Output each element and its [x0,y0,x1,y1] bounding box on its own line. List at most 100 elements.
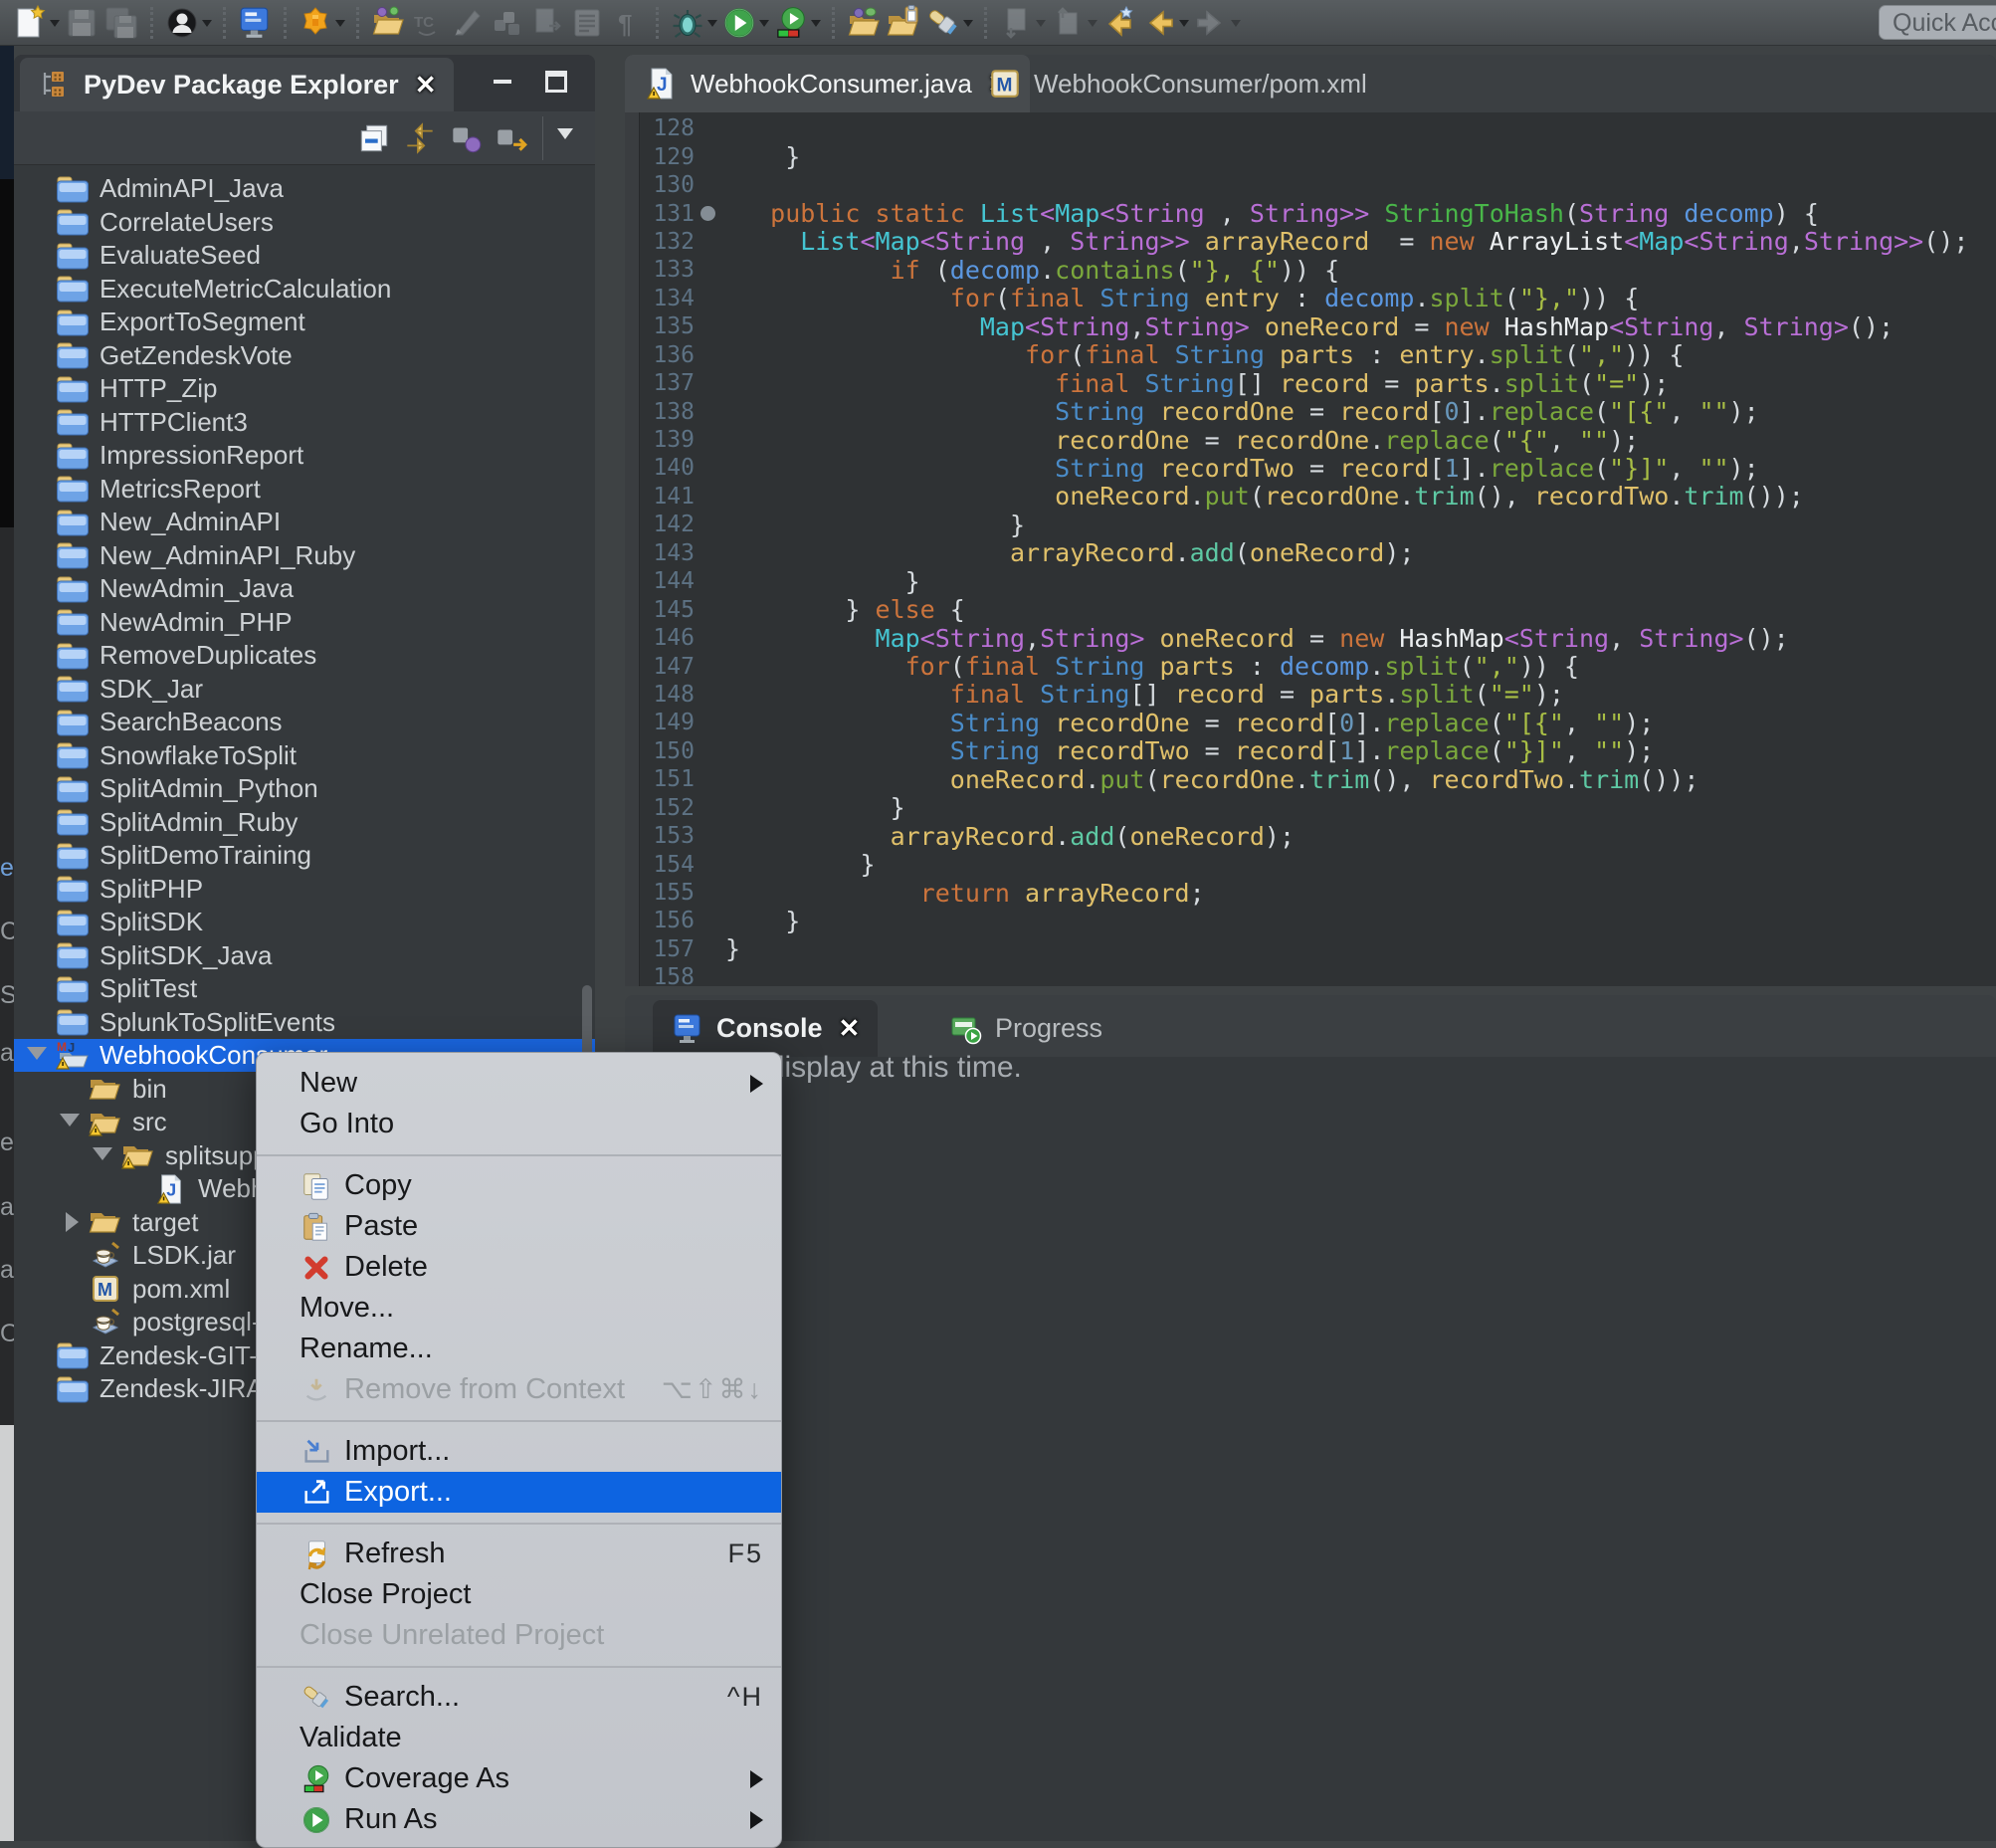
menu-item-coverage-as[interactable]: Coverage As [257,1758,781,1799]
back-button[interactable] [1141,2,1189,44]
tree-item-new-adminapi[interactable]: New_AdminAPI [14,506,595,538]
quick-access-box[interactable]: Quick Access [1879,5,1996,40]
back-history-button[interactable] [1101,2,1137,44]
menu-item-import[interactable]: Import... [257,1431,781,1472]
menu-item-run-as[interactable]: Run As [257,1799,781,1840]
tree-item-newadmin-java[interactable]: NewAdmin_Java [14,572,595,605]
tree-item-new-adminapi-ruby[interactable]: New_AdminAPI_Ruby [14,539,595,572]
tree-item-metricsreport[interactable]: MetricsReport [14,473,595,506]
filter-packages-icon[interactable] [446,119,486,157]
expand-arrow-icon[interactable] [27,1047,47,1070]
menu-item-move[interactable]: Move... [257,1288,781,1329]
folder-clipboard-button[interactable] [886,2,921,44]
dropdown-arrow-icon[interactable] [1179,20,1189,32]
tree-item-splitphp[interactable]: SplitPHP [14,873,595,906]
tree-item-splitdemotraining[interactable]: SplitDemoTraining [14,839,595,872]
new-wizard-button[interactable] [12,2,60,44]
tree-item-splittest[interactable]: SplitTest [14,972,595,1005]
save-all-button[interactable] [103,2,139,44]
collapse-all-icon[interactable] [354,119,394,157]
tree-item-http-zip[interactable]: HTTP_Zip [14,372,595,405]
pydev-package-button[interactable] [298,2,345,44]
focus-package-icon[interactable] [492,119,531,157]
minimize-icon[interactable] [494,80,511,84]
tree-item-splitsdk[interactable]: SplitSDK [14,906,595,938]
dropdown-arrow-icon[interactable] [202,20,212,32]
tree-item-getzendeskvote[interactable]: GetZendeskVote [14,339,595,372]
team-sync-button[interactable]: TC [410,2,446,44]
link-with-editor-icon[interactable] [400,119,440,157]
menu-item-paste[interactable]: Paste [257,1206,781,1247]
tree-item-searchbeacons[interactable]: SearchBeacons [14,706,595,738]
next-annotation-button[interactable] [529,2,565,44]
dropdown-arrow-icon[interactable] [50,20,60,32]
menu-item-copy[interactable]: Copy [257,1165,781,1206]
editor-tab-webhookconsumer-pom-xml[interactable]: MWebhookConsumer/pom.xml [968,55,1387,112]
tree-item-removeduplicates[interactable]: RemoveDuplicates [14,639,595,672]
code-text: String recordTwo = record[1].replace("}]… [725,736,1996,765]
collapse-arrow-icon[interactable] [66,1212,89,1232]
tab-pydev-package-explorer[interactable]: PyDev Package Explorer ✕ [20,58,454,111]
dropdown-arrow-icon[interactable] [811,20,821,32]
tree-item-newadmin-php[interactable]: NewAdmin_PHP [14,606,595,639]
search-flashlight-button[interactable] [925,2,973,44]
dropdown-arrow-icon[interactable] [1036,20,1046,32]
menu-item-go-into[interactable]: Go Into [257,1104,781,1144]
tree-item-splunktosplitevents[interactable]: SplunkToSplitEvents [14,1006,595,1039]
menu-item-search[interactable]: Search...^H [257,1677,781,1718]
next-edit-location-button[interactable] [1050,2,1098,44]
console-tab-console[interactable]: Console✕ [653,1000,878,1057]
menu-item-close-project[interactable]: Close Project [257,1574,781,1615]
tree-item-exporttosegment[interactable]: ExportToSegment [14,306,595,338]
tree-item-splitsdk-java[interactable]: SplitSDK_Java [14,939,595,972]
menu-item-remove-from-context[interactable]: Remove from Context⌥⇧⌘↓ [257,1369,781,1410]
close-icon[interactable]: ✕ [415,70,437,101]
dropdown-arrow-icon[interactable] [963,20,973,32]
forward-button[interactable] [1193,2,1241,44]
tree-item-evaluateseed[interactable]: EvaluateSeed [14,239,595,272]
tree-item-label: SplitSDK_Java [100,940,272,971]
open-console-button[interactable] [237,2,273,44]
expand-arrow-icon[interactable] [60,1114,80,1136]
dropdown-arrow-icon[interactable] [759,20,769,32]
tree-item-sdk-jar[interactable]: SDK_Jar [14,673,595,706]
console-tab-progress[interactable]: Progress [931,1000,1120,1057]
dropdown-arrow-icon[interactable] [707,20,717,32]
menu-item-new[interactable]: New [257,1063,781,1104]
toggle-mark-occurrences-button[interactable] [450,2,486,44]
plugins-button[interactable] [490,2,525,44]
menu-item-close-unrelated-project[interactable]: Close Unrelated Project [257,1615,781,1656]
show-whitespace-button[interactable]: ¶ [609,2,645,44]
dropdown-arrow-icon[interactable] [335,20,345,32]
pydev-folder-button[interactable] [846,2,882,44]
close-icon[interactable]: ✕ [839,1013,861,1044]
menu-item-export[interactable]: Export... [257,1472,781,1513]
expand-arrow-icon[interactable] [93,1147,112,1170]
maximize-icon[interactable] [545,71,567,93]
menu-item-validate[interactable]: Validate [257,1718,781,1758]
tree-item-splitadmin-ruby[interactable]: SplitAdmin_Ruby [14,806,595,839]
coverage-button[interactable] [773,2,821,44]
task-list-button[interactable] [569,2,605,44]
menu-item-refresh[interactable]: RefreshF5 [257,1534,781,1574]
editor-tab-label: WebhookConsumer/pom.xml [1034,69,1367,100]
account-button[interactable] [164,2,212,44]
tree-item-correlateusers[interactable]: CorrelateUsers [14,206,595,239]
debug-button[interactable] [670,2,717,44]
tree-item-snowflaketosplit[interactable]: SnowflakeToSplit [14,739,595,772]
view-menu-icon[interactable] [542,116,587,160]
tree-item-impressionreport[interactable]: ImpressionReport [14,439,595,472]
open-resource-folder-button[interactable] [370,2,406,44]
save-button[interactable] [64,2,100,44]
code-editor[interactable]: 128129 }130131 public static List<Map<St… [625,112,1996,986]
dropdown-arrow-icon[interactable] [1088,20,1098,32]
tree-item-httpclient3[interactable]: HTTPClient3 [14,406,595,439]
tree-item-executemetriccalculation[interactable]: ExecuteMetricCalculation [14,273,595,306]
tree-item-splitadmin-python[interactable]: SplitAdmin_Python [14,772,595,805]
menu-item-delete[interactable]: Delete [257,1247,781,1288]
last-edit-location-button[interactable] [998,2,1046,44]
dropdown-arrow-icon[interactable] [1231,20,1241,32]
tree-item-adminapi-java[interactable]: AdminAPI_Java [14,172,595,205]
menu-item-rename[interactable]: Rename... [257,1329,781,1369]
run-button[interactable] [721,2,769,44]
